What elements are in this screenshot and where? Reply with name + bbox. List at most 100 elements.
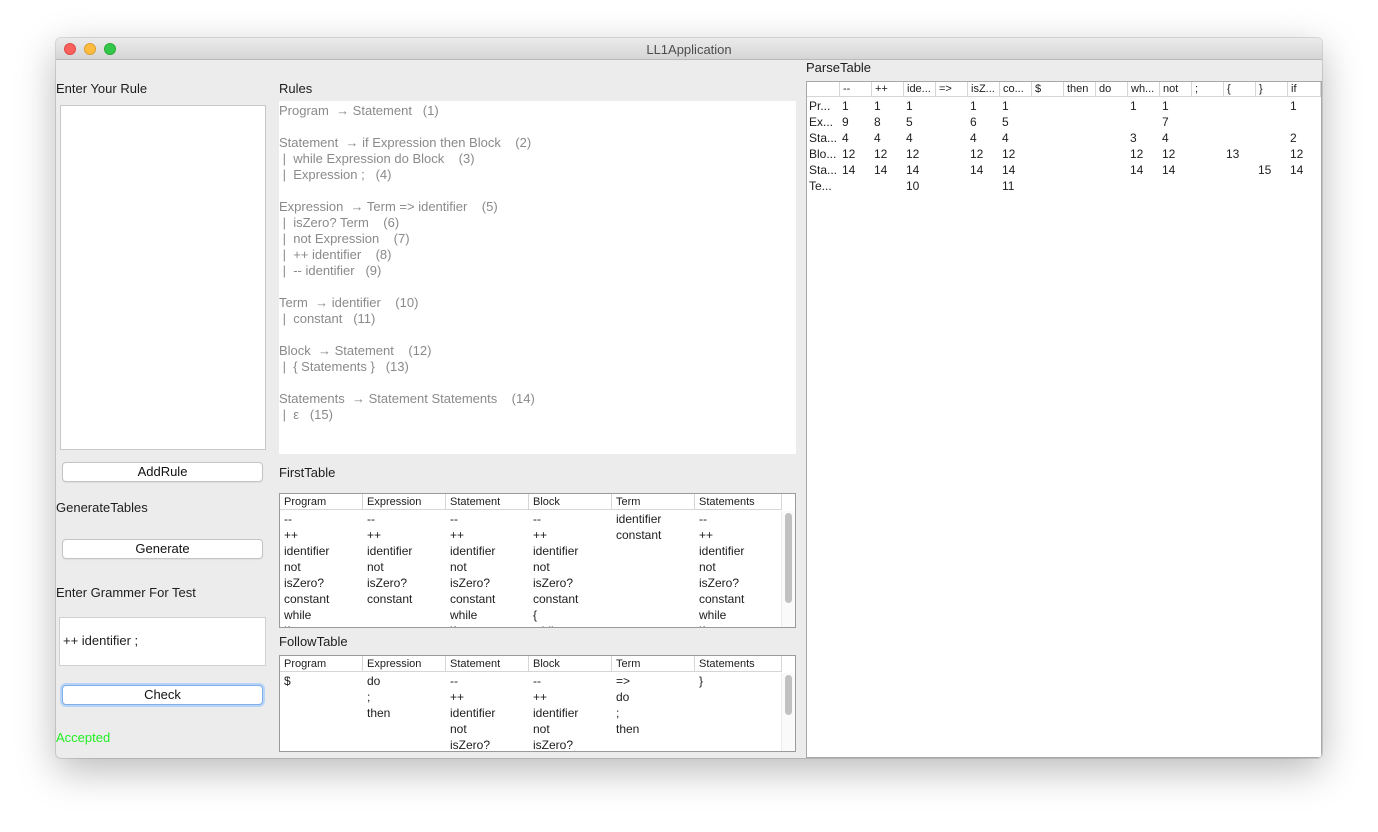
table-cell[interactable]: while <box>529 623 612 627</box>
follow-table[interactable]: Program Expression Statement Block Term State… <box>279 655 796 752</box>
parse-table-cell[interactable]: 1 <box>906 98 913 114</box>
table-cell[interactable]: then <box>363 705 446 721</box>
parse-table[interactable]: -- ++ ide... => isZ... co... $ then do wh... not;{… <box>806 81 1322 758</box>
table-cell[interactable]: isZero? <box>363 575 446 591</box>
table-cell[interactable]: constant <box>446 591 529 607</box>
add-rule-button[interactable]: AddRule <box>62 462 263 482</box>
parse-table-header[interactable]: ; <box>1192 82 1224 97</box>
table-cell[interactable]: => <box>612 673 695 689</box>
parse-table-header[interactable]: isZ... <box>968 82 1000 97</box>
parse-table-cell[interactable]: 13 <box>1226 146 1239 162</box>
table-cell[interactable]: if <box>280 623 363 627</box>
first-table[interactable]: Program Expression Statement Block Term State… <box>279 493 796 628</box>
rules-text-area[interactable]: Program → Statement (1) Statement → if E… <box>279 101 796 454</box>
table-cell[interactable]: { <box>529 607 612 623</box>
parse-table-cell[interactable]: 12 <box>1002 146 1015 162</box>
table-cell[interactable]: not <box>280 559 363 575</box>
parse-table-cell[interactable]: 3 <box>1130 130 1137 146</box>
parse-table-cell[interactable]: 12 <box>906 146 919 162</box>
parse-table-cell[interactable]: 4 <box>906 130 913 146</box>
parse-table-row-label[interactable]: Sta... <box>809 130 837 146</box>
table-cell[interactable]: ; <box>612 705 695 721</box>
parse-table-cell[interactable]: 12 <box>1130 146 1143 162</box>
parse-table-header[interactable]: if <box>1288 82 1321 97</box>
table-cell[interactable]: ++ <box>280 527 363 543</box>
table-cell[interactable]: ++ <box>446 527 529 543</box>
table-cell[interactable]: do <box>363 673 446 689</box>
table-cell[interactable]: ++ <box>529 689 612 705</box>
table-cell[interactable]: -- <box>446 673 529 689</box>
table-cell[interactable]: -- <box>280 511 363 527</box>
parse-table-cell[interactable]: 5 <box>906 114 913 130</box>
parse-table-cell[interactable]: 2 <box>1290 130 1297 146</box>
parse-table-cell[interactable]: 12 <box>874 146 887 162</box>
parse-table-cell[interactable]: 12 <box>970 146 983 162</box>
parse-table-cell[interactable]: 5 <box>1002 114 1009 130</box>
parse-table-cell[interactable]: 12 <box>842 146 855 162</box>
parse-table-cell[interactable]: 1 <box>1290 98 1297 114</box>
parse-table-cell[interactable]: 10 <box>906 178 919 194</box>
table-cell[interactable]: ++ <box>363 527 446 543</box>
table-cell[interactable]: ++ <box>446 689 529 705</box>
table-cell[interactable]: not <box>529 559 612 575</box>
follow-table-scroll-thumb[interactable] <box>785 675 792 715</box>
parse-table-cell[interactable]: 14 <box>874 162 887 178</box>
table-cell[interactable]: if <box>695 623 782 627</box>
table-cell[interactable]: constant <box>612 527 695 543</box>
table-cell[interactable]: isZero? <box>695 575 782 591</box>
table-cell[interactable]: identifier <box>280 543 363 559</box>
parse-table-cell[interactable]: 12 <box>1290 146 1303 162</box>
table-cell[interactable]: then <box>612 721 695 737</box>
parse-table-cell[interactable]: 1 <box>874 98 881 114</box>
table-cell[interactable]: identifier <box>612 511 695 527</box>
parse-table-row-label[interactable]: Sta... <box>809 162 837 178</box>
column-header[interactable]: Statement <box>446 494 529 510</box>
column-header[interactable]: Block <box>529 494 612 510</box>
table-cell[interactable]: not <box>446 721 529 737</box>
parse-table-cell[interactable]: 6 <box>970 114 977 130</box>
table-cell[interactable]: not <box>529 721 612 737</box>
column-header[interactable]: Expression <box>363 656 446 672</box>
column-header[interactable]: Program <box>280 494 363 510</box>
table-cell[interactable]: if <box>446 623 529 627</box>
parse-table-cell[interactable]: 1 <box>970 98 977 114</box>
rule-input[interactable] <box>60 105 266 450</box>
parse-table-header[interactable]: ide... <box>904 82 936 97</box>
parse-table-row-label[interactable]: Blo... <box>809 146 836 162</box>
table-cell[interactable]: identifier <box>529 543 612 559</box>
column-header[interactable]: Block <box>529 656 612 672</box>
table-cell[interactable]: -- <box>363 511 446 527</box>
parse-table-cell[interactable]: 1 <box>842 98 849 114</box>
table-cell[interactable]: constant <box>363 591 446 607</box>
column-header[interactable]: Statements <box>695 494 782 510</box>
table-cell[interactable]: while <box>280 607 363 623</box>
parse-table-cell[interactable]: 9 <box>842 114 849 130</box>
table-cell[interactable]: identifier <box>446 705 529 721</box>
first-table-scroll-thumb[interactable] <box>785 513 792 603</box>
check-button[interactable]: Check <box>62 685 263 705</box>
grammar-test-input[interactable]: ++ identifier ; <box>59 617 266 666</box>
table-cell[interactable]: identifier <box>363 543 446 559</box>
column-header[interactable]: Expression <box>363 494 446 510</box>
table-cell[interactable]: constant <box>529 591 612 607</box>
table-cell[interactable]: identifier <box>695 543 782 559</box>
table-cell[interactable]: while <box>446 607 529 623</box>
parse-table-cell[interactable]: 14 <box>1130 162 1143 178</box>
parse-table-cell[interactable]: 14 <box>970 162 983 178</box>
parse-table-header[interactable]: do <box>1096 82 1128 97</box>
parse-table-cell[interactable]: 7 <box>1162 114 1169 130</box>
parse-table-cell[interactable]: 11 <box>1002 178 1014 194</box>
parse-table-header[interactable]: $ <box>1032 82 1064 97</box>
parse-table-cell[interactable]: 14 <box>1162 162 1175 178</box>
table-cell[interactable]: constant <box>695 591 782 607</box>
parse-table-cell[interactable]: 1 <box>1162 98 1169 114</box>
table-cell[interactable]: } <box>695 673 782 689</box>
table-cell[interactable]: not <box>446 559 529 575</box>
column-header[interactable]: Statement <box>446 656 529 672</box>
parse-table-cell[interactable]: 14 <box>1002 162 1015 178</box>
column-header[interactable]: Term <box>612 656 695 672</box>
table-cell[interactable]: not <box>363 559 446 575</box>
follow-table-scrollbar[interactable] <box>781 673 795 751</box>
column-header[interactable]: Statements <box>695 656 782 672</box>
table-cell[interactable]: isZero? <box>529 737 612 751</box>
